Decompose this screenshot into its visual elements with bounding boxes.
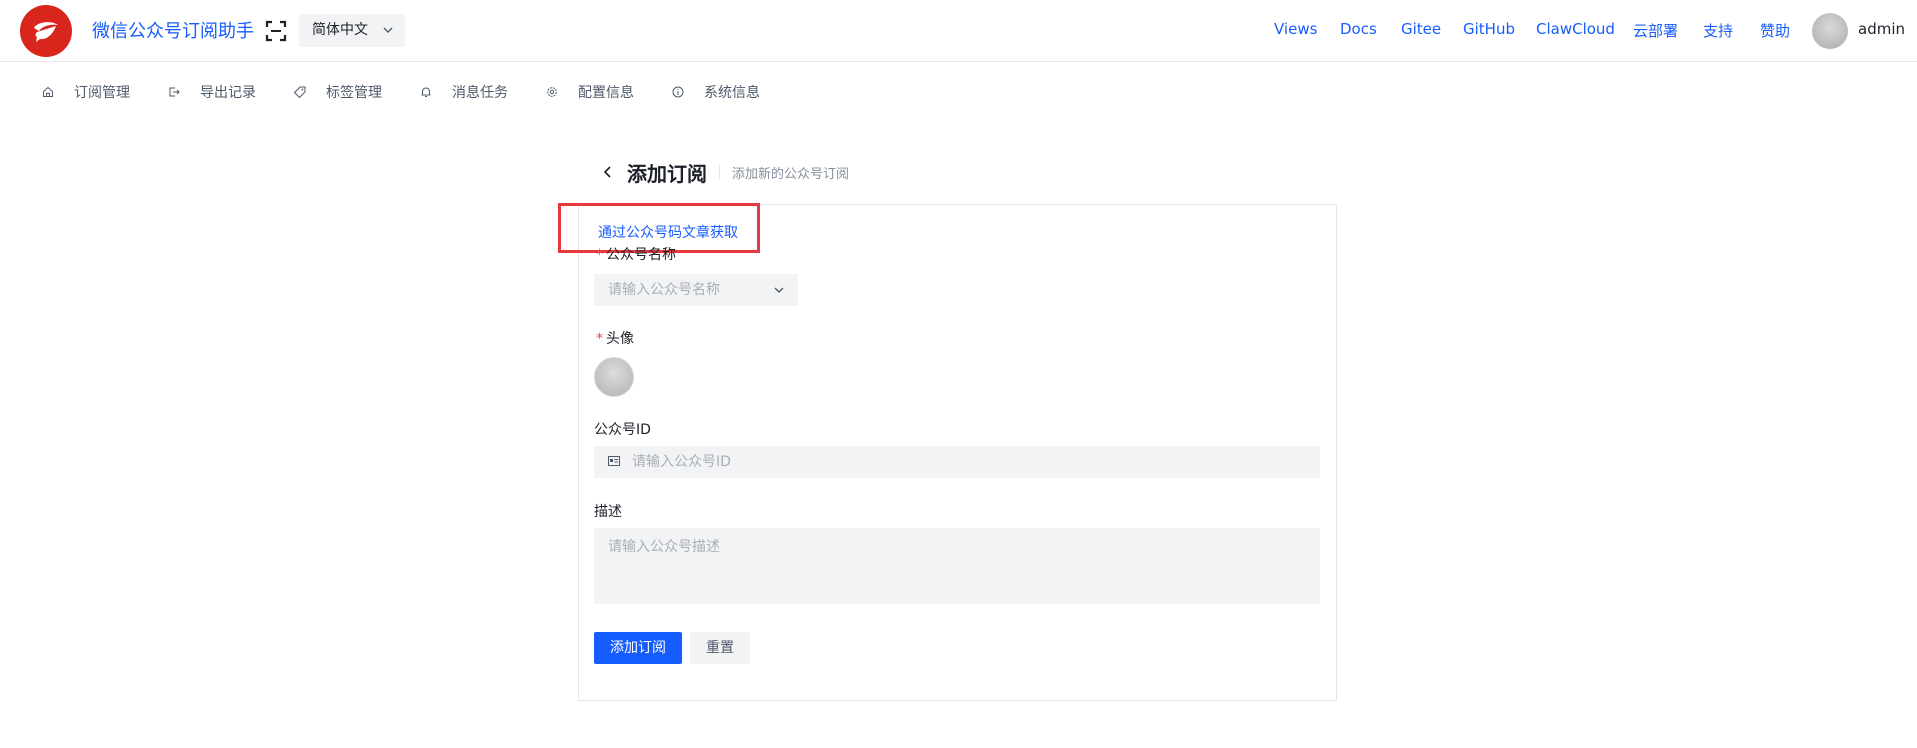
menu-item-subscriptions[interactable]: 订阅管理 — [42, 82, 130, 102]
nav-link-gitee[interactable]: Gitee — [1401, 20, 1441, 38]
menu-item-system-info[interactable]: 系统信息 — [672, 82, 760, 102]
nav-link-clawcloud[interactable]: ClawCloud — [1536, 20, 1615, 38]
name-field-label: * 公众号名称 — [596, 247, 676, 263]
chevron-down-icon — [774, 287, 784, 293]
wechat-logo-icon — [34, 22, 58, 42]
required-asterisk: * — [596, 331, 603, 347]
username[interactable]: admin — [1858, 20, 1905, 38]
id-card-icon — [608, 456, 620, 466]
menu-item-config[interactable]: 配置信息 — [546, 82, 634, 102]
nav-link-views[interactable]: Views — [1274, 20, 1317, 38]
nav-link-sponsor[interactable]: 赞助 — [1760, 20, 1790, 41]
description-textarea[interactable]: 请输入公众号描述 — [594, 528, 1320, 604]
user-avatar[interactable] — [1812, 13, 1848, 49]
account-name-select[interactable]: 请输入公众号名称 — [594, 274, 798, 306]
gear-icon — [547, 87, 557, 97]
top-header: 微信公众号订阅助手 简体中文 Views Docs Gitee GitHub C… — [0, 0, 1917, 62]
home-icon — [43, 86, 53, 97]
required-asterisk: * — [596, 247, 603, 263]
id-field-label: 公众号ID — [594, 422, 651, 438]
nav-link-github[interactable]: GitHub — [1463, 20, 1515, 38]
menu-item-label: 标签管理 — [326, 85, 382, 101]
menu-item-export-records[interactable]: 导出记录 — [168, 82, 256, 102]
export-icon — [169, 87, 180, 97]
avatar-field-label: * 头像 — [596, 331, 634, 347]
nav-link-cloud-deploy[interactable]: 云部署 — [1633, 20, 1678, 41]
account-name-placeholder: 请输入公众号名称 — [608, 282, 720, 298]
description-placeholder: 请输入公众号描述 — [608, 539, 720, 555]
menu-item-label: 系统信息 — [704, 85, 760, 101]
account-id-input[interactable]: 请输入公众号ID — [594, 446, 1320, 478]
info-icon — [672, 86, 684, 98]
page-title: 添加订阅 — [627, 162, 707, 186]
reset-button[interactable]: 重置 — [690, 632, 750, 664]
menu-item-message-tasks[interactable]: 消息任务 — [420, 82, 508, 102]
menu-item-label: 消息任务 — [452, 85, 508, 101]
menu-item-label: 导出记录 — [200, 85, 256, 101]
page-subtitle: 添加新的公众号订阅 — [732, 167, 850, 182]
menu-item-label: 配置信息 — [578, 85, 634, 101]
menu-item-label: 订阅管理 — [74, 85, 130, 101]
chevron-down-icon — [383, 27, 393, 33]
back-arrow-icon[interactable] — [602, 164, 614, 180]
language-select-value: 简体中文 — [312, 22, 368, 38]
desc-field-label: 描述 — [594, 504, 622, 520]
tag-icon — [294, 86, 306, 98]
menu-item-tags[interactable]: 标签管理 — [294, 82, 382, 102]
add-subscription-button[interactable]: 添加订阅 — [594, 632, 682, 664]
nav-link-docs[interactable]: Docs — [1340, 20, 1377, 38]
fullscreen-icon[interactable] — [265, 20, 287, 42]
language-select[interactable]: 简体中文 — [299, 14, 405, 47]
app-logo[interactable] — [20, 5, 72, 57]
avatar-upload[interactable] — [594, 357, 634, 397]
title-divider — [719, 164, 720, 180]
account-id-placeholder: 请输入公众号ID — [632, 454, 731, 470]
app-title[interactable]: 微信公众号订阅助手 — [92, 17, 254, 43]
bell-icon — [421, 87, 431, 97]
nav-link-support[interactable]: 支持 — [1703, 20, 1733, 41]
